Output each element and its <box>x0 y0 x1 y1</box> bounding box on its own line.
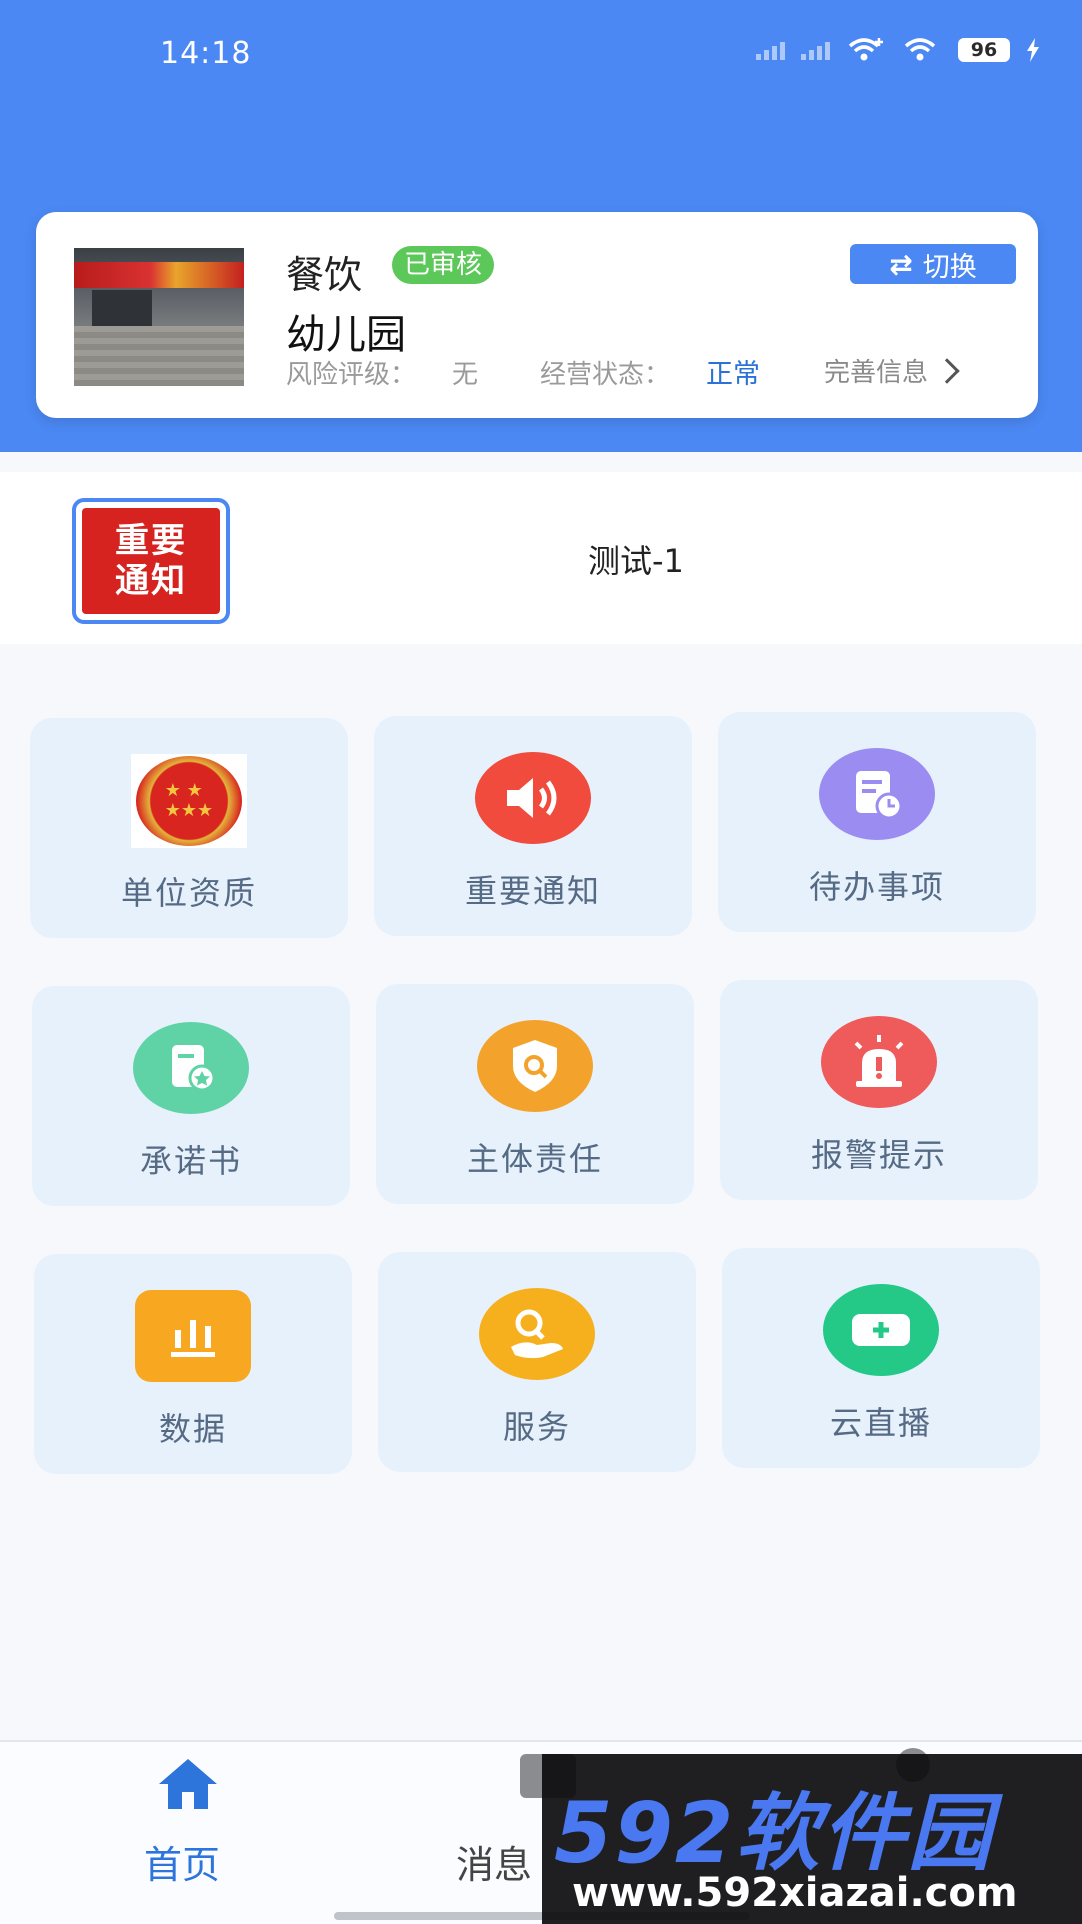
business-status-label: 经营状态： <box>540 360 671 390</box>
battery-icon: 96 <box>958 38 1010 62</box>
signal-2-icon <box>801 40 830 60</box>
notice-text: 测试-1 <box>588 542 684 580</box>
tile-service[interactable]: 服务 <box>378 1252 696 1472</box>
tile-label: 主体责任 <box>466 1140 603 1178</box>
tile-main-responsibility[interactable]: 主体责任 <box>376 984 694 1204</box>
tile-label: 单位资质 <box>120 874 257 912</box>
service-hand-icon <box>479 1288 595 1380</box>
nav-messages-tab[interactable]: 消息 <box>456 1834 532 1889</box>
switch-label: 切换 <box>922 251 977 283</box>
tile-unit-qualification[interactable]: ★ ★ ★★★ 单位资质 <box>30 718 348 938</box>
watermark-url: www.592xiazai.com <box>572 1870 1018 1916</box>
tile-commitment-letter[interactable]: 承诺书 <box>32 986 350 1206</box>
wifi-icon <box>904 38 936 61</box>
shield-search-icon <box>477 1020 593 1112</box>
tile-important-notice[interactable]: 重要通知 <box>374 716 692 936</box>
tile-label: 服务 <box>502 1408 571 1446</box>
risk-rating-label: 风险评级： <box>286 360 417 390</box>
status-icons: 96 <box>756 36 1040 64</box>
alarm-light-icon <box>821 1016 937 1108</box>
charging-icon <box>1027 38 1039 62</box>
tile-label: 重要通知 <box>464 872 601 910</box>
bar-chart-icon <box>135 1290 251 1382</box>
status-time: 14:18 <box>160 36 252 71</box>
swap-arrows-icon: ⇄ <box>889 247 913 281</box>
chevron-right-icon <box>934 357 960 384</box>
improve-info-label: 完善信息 <box>824 358 929 388</box>
notice-logo-line1: 重要 <box>115 521 187 561</box>
tile-todo-items[interactable]: 待办事项 <box>718 712 1036 932</box>
watermark-overlay: 592软件园 www.592xiazai.com <box>542 1754 1082 1924</box>
store-card[interactable]: 餐饮 已审核 幼儿园 风险评级： 无 经营状态： 正常 完善信息 ⇄ 切换 <box>36 212 1038 418</box>
store-photo <box>74 248 244 386</box>
tile-alarm-alert[interactable]: 报警提示 <box>720 980 1038 1200</box>
tile-label: 云直播 <box>829 1404 932 1442</box>
watermark-brand: 592软件园 <box>554 1784 994 1882</box>
tile-label: 报警提示 <box>810 1136 947 1174</box>
notice-banner[interactable]: 重要 通知 测试-1 <box>0 472 1082 644</box>
switch-store-button[interactable]: ⇄ 切换 <box>850 244 1016 284</box>
speaker-icon <box>475 752 591 844</box>
tile-label: 待办事项 <box>808 868 945 906</box>
store-name: 幼儿园 <box>286 312 406 358</box>
home-icon[interactable] <box>156 1756 220 1812</box>
tile-label: 承诺书 <box>139 1142 242 1180</box>
nav-home-tab[interactable]: 首页 <box>144 1834 220 1889</box>
risk-rating-value: 无 <box>452 360 479 390</box>
signal-icon <box>756 40 785 60</box>
wifi-plus-icon <box>848 38 883 61</box>
national-emblem-icon: ★ ★ ★★★ <box>131 754 247 848</box>
tile-data[interactable]: 数据 <box>34 1254 352 1474</box>
improve-info-link[interactable]: 完善信息 <box>824 352 960 389</box>
important-notice-logo: 重要 通知 <box>72 498 230 624</box>
notice-logo-line2: 通知 <box>115 561 187 601</box>
tile-label: 数据 <box>158 1410 227 1448</box>
certificate-icon <box>133 1022 249 1114</box>
todo-list-icon <box>819 748 935 840</box>
business-status-value: 正常 <box>706 359 760 390</box>
review-status-badge: 已审核 <box>392 246 495 284</box>
tile-cloud-live[interactable]: 云直播 <box>722 1248 1040 1468</box>
store-category: 餐饮 <box>286 253 363 297</box>
live-camera-icon <box>823 1284 939 1376</box>
